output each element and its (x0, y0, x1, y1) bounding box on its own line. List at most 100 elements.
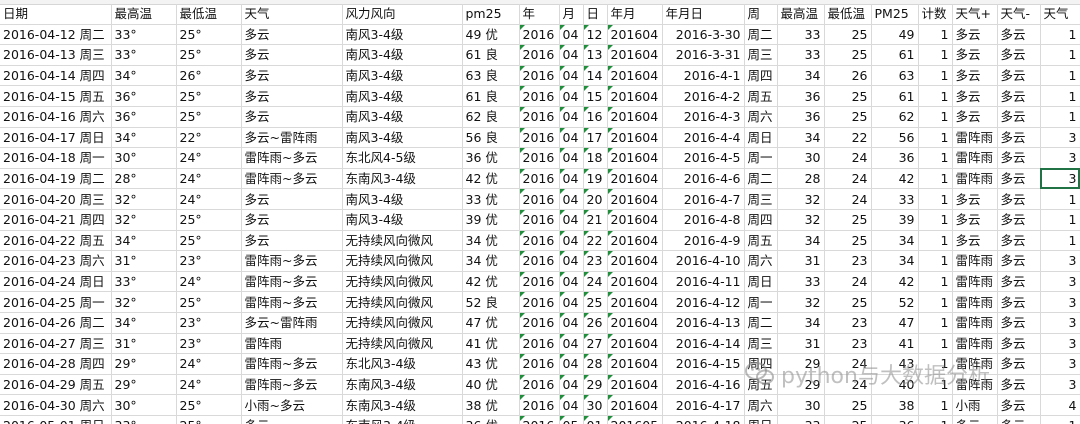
cell-weather-minus[interactable]: 多云 (997, 271, 1041, 293)
cell-day[interactable]: 25 (583, 291, 608, 313)
cell-max-temp-num[interactable]: 30 (777, 147, 825, 169)
cell-day[interactable]: 26 (583, 312, 608, 334)
cell-month[interactable]: 04 (559, 127, 584, 149)
cell-wind[interactable]: 东南风3-4级 (342, 415, 463, 424)
cell-date[interactable]: 2016-04-17 周日 (0, 127, 112, 149)
cell-weather-minus[interactable]: 多云 (997, 209, 1041, 231)
cell-weather[interactable]: 雷阵雨~多云 (241, 147, 343, 169)
cell-month[interactable]: 04 (559, 85, 584, 107)
cell-min-temp-num[interactable]: 23 (824, 333, 872, 355)
cell-year-month[interactable]: 201604 (607, 271, 663, 293)
cell-pm25[interactable]: 34 优 (462, 230, 520, 252)
header-cell-max-temp[interactable]: 最高温 (111, 4, 177, 25)
cell-count[interactable]: 1 (918, 188, 953, 210)
cell-weather-code[interactable]: 1 (1040, 24, 1080, 46)
cell-full-date[interactable]: 2016-4-14 (662, 333, 745, 355)
cell-wind[interactable]: 东北风4-5级 (342, 147, 463, 169)
cell-count[interactable]: 1 (918, 85, 953, 107)
cell-weather-plus[interactable]: 多云 (952, 415, 998, 424)
cell-year[interactable]: 2016 (519, 394, 560, 416)
cell-weather-code[interactable]: 4 (1040, 394, 1080, 416)
cell-day[interactable]: 13 (583, 44, 608, 66)
cell-weekday[interactable]: 周二 (744, 24, 778, 46)
cell-date[interactable]: 2016-04-19 周二 (0, 168, 112, 190)
cell-max-temp[interactable]: 34° (111, 312, 177, 334)
cell-date[interactable]: 2016-04-18 周一 (0, 147, 112, 169)
cell-year-month[interactable]: 201604 (607, 250, 663, 272)
cell-year[interactable]: 2016 (519, 312, 560, 334)
cell-min-temp[interactable]: 25° (176, 44, 242, 66)
cell-month[interactable]: 04 (559, 209, 584, 231)
cell-min-temp-num[interactable]: 24 (824, 147, 872, 169)
cell-full-date[interactable]: 2016-4-2 (662, 85, 745, 107)
cell-year-month[interactable]: 201605 (607, 415, 663, 424)
cell-max-temp-num[interactable]: 31 (777, 333, 825, 355)
header-cell-min-temp-num[interactable]: 最低温 (824, 4, 872, 25)
cell-day[interactable]: 15 (583, 85, 608, 107)
cell-count[interactable]: 1 (918, 106, 953, 128)
cell-max-temp-num[interactable]: 36 (777, 106, 825, 128)
cell-day[interactable]: 27 (583, 333, 608, 355)
cell-day[interactable]: 16 (583, 106, 608, 128)
cell-year[interactable]: 2016 (519, 230, 560, 252)
cell-weather[interactable]: 多云 (241, 65, 343, 87)
cell-weather-plus[interactable]: 雷阵雨 (952, 127, 998, 149)
cell-count[interactable]: 1 (918, 24, 953, 46)
cell-max-temp-num[interactable]: 29 (777, 374, 825, 396)
cell-weather[interactable]: 雷阵雨~多云 (241, 168, 343, 190)
cell-pm25-num[interactable]: 38 (871, 394, 919, 416)
cell-full-date[interactable]: 2016-4-6 (662, 168, 745, 190)
cell-count[interactable]: 1 (918, 230, 953, 252)
cell-count[interactable]: 1 (918, 291, 953, 313)
cell-min-temp-num[interactable]: 25 (824, 44, 872, 66)
cell-min-temp-num[interactable]: 25 (824, 394, 872, 416)
cell-full-date[interactable]: 2016-4-18 (662, 415, 745, 424)
cell-year[interactable]: 2016 (519, 374, 560, 396)
cell-min-temp[interactable]: 25° (176, 230, 242, 252)
cell-weather-code[interactable]: 3 (1040, 168, 1080, 190)
cell-date[interactable]: 2016-04-20 周三 (0, 188, 112, 210)
cell-weekday[interactable]: 周三 (744, 44, 778, 66)
cell-year[interactable]: 2016 (519, 106, 560, 128)
cell-min-temp-num[interactable]: 26 (824, 65, 872, 87)
cell-weather-code[interactable]: 3 (1040, 147, 1080, 169)
cell-max-temp[interactable]: 30° (111, 394, 177, 416)
cell-wind[interactable]: 东北风3-4级 (342, 353, 463, 375)
cell-weather[interactable]: 多云 (241, 24, 343, 46)
cell-count[interactable]: 1 (918, 374, 953, 396)
cell-year-month[interactable]: 201604 (607, 353, 663, 375)
cell-weather-plus[interactable]: 多云 (952, 65, 998, 87)
cell-weekday[interactable]: 周五 (744, 85, 778, 107)
cell-weather-plus[interactable]: 多云 (952, 24, 998, 46)
header-cell-max-temp-num[interactable]: 最高温 (777, 4, 825, 25)
cell-pm25[interactable]: 39 优 (462, 209, 520, 231)
cell-min-temp-num[interactable]: 25 (824, 209, 872, 231)
cell-max-temp[interactable]: 36° (111, 106, 177, 128)
cell-weekday[interactable]: 周一 (744, 147, 778, 169)
cell-year[interactable]: 2016 (519, 24, 560, 46)
cell-count[interactable]: 1 (918, 353, 953, 375)
cell-year[interactable]: 2016 (519, 415, 560, 424)
cell-full-date[interactable]: 2016-4-12 (662, 291, 745, 313)
cell-weather-plus[interactable]: 雷阵雨 (952, 333, 998, 355)
cell-full-date[interactable]: 2016-4-3 (662, 106, 745, 128)
cell-max-temp-num[interactable]: 32 (777, 209, 825, 231)
cell-weather-plus[interactable]: 多云 (952, 209, 998, 231)
header-cell-weather[interactable]: 天气 (241, 4, 343, 25)
cell-full-date[interactable]: 2016-4-8 (662, 209, 745, 231)
cell-weather[interactable]: 多云~雷阵雨 (241, 127, 343, 149)
cell-pm25-num[interactable]: 56 (871, 127, 919, 149)
cell-weather-plus[interactable]: 多云 (952, 85, 998, 107)
cell-pm25-num[interactable]: 49 (871, 24, 919, 46)
cell-date[interactable]: 2016-05-01 周日 (0, 415, 112, 424)
cell-date[interactable]: 2016-04-25 周一 (0, 291, 112, 313)
cell-date[interactable]: 2016-04-15 周五 (0, 85, 112, 107)
cell-weather-plus[interactable]: 多云 (952, 230, 998, 252)
header-cell-min-temp[interactable]: 最低温 (176, 4, 242, 25)
cell-weather-code[interactable]: 1 (1040, 85, 1080, 107)
cell-day[interactable]: 01 (583, 415, 608, 424)
cell-year-month[interactable]: 201604 (607, 106, 663, 128)
cell-min-temp[interactable]: 22° (176, 127, 242, 149)
cell-month[interactable]: 04 (559, 312, 584, 334)
cell-weather[interactable]: 雷阵雨~多云 (241, 250, 343, 272)
